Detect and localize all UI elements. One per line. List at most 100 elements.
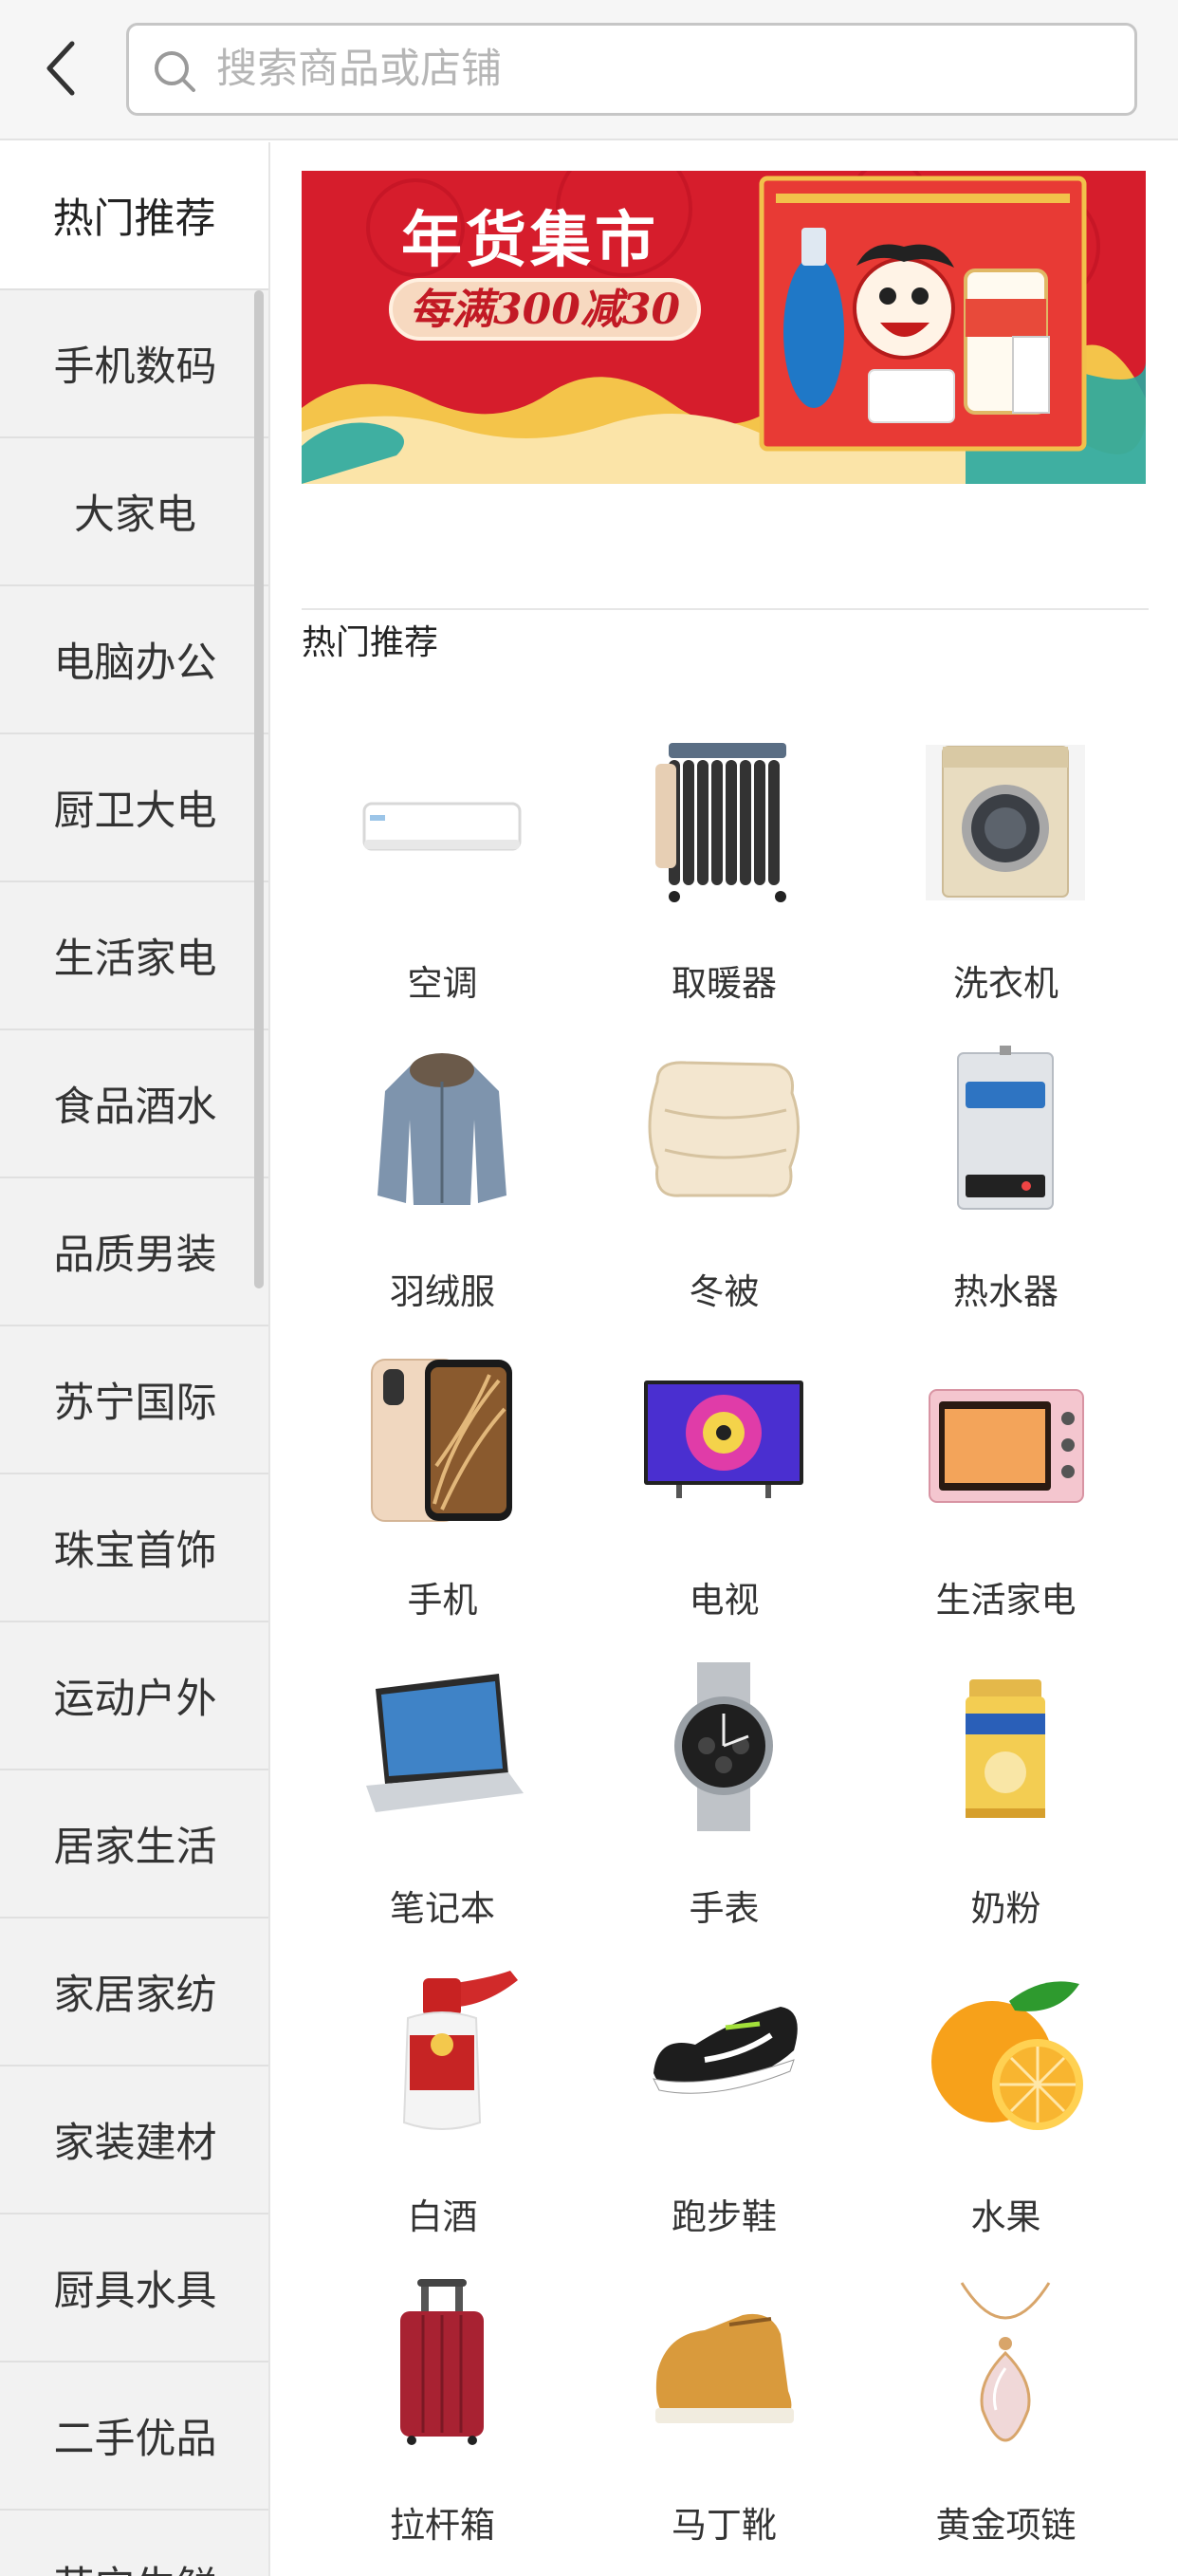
product-item-air-conditioner[interactable]: 空调: [302, 721, 583, 1029]
sidebar-item-label: 电脑办公: [53, 639, 217, 687]
product-label: 奶粉: [970, 1888, 1041, 1929]
product-label: 热水器: [953, 1271, 1058, 1312]
sidebar-item-suning-global[interactable]: 苏宁国际: [0, 1326, 268, 1474]
product-label: 羽绒服: [390, 1271, 495, 1312]
smartphone-icon: [371, 1359, 512, 1522]
television-icon: [644, 1381, 803, 1498]
product-item-tv[interactable]: 电视: [583, 1338, 865, 1646]
search-input[interactable]: [214, 35, 1106, 103]
banner-subtitle: 每满300减30: [389, 278, 702, 341]
sidebar-item-home-appliances[interactable]: 生活家电: [0, 882, 268, 1030]
suitcase-icon: [400, 2279, 484, 2445]
sidebar-item-second-hand[interactable]: 二手优品: [0, 2363, 268, 2511]
section-title: 热门推荐: [302, 623, 439, 662]
washing-machine-icon: [926, 745, 1085, 900]
top-bar: [0, 0, 1178, 140]
product-label: 水果: [970, 2196, 1041, 2237]
sidebar-item-building-materials[interactable]: 家装建材: [0, 2066, 268, 2215]
sidebar-item-jewelry[interactable]: 珠宝首饰: [0, 1474, 268, 1622]
product-label: 马丁靴: [672, 2505, 777, 2546]
laptop-icon: [366, 1674, 524, 1812]
sidebar-item-label: 手机数码: [53, 343, 217, 391]
air-conditioner-icon: [362, 802, 522, 851]
product-item-running-shoe[interactable]: 跑步鞋: [583, 1955, 865, 2263]
sidebar-item-label: 大家电: [74, 491, 196, 539]
product-item-quilt[interactable]: 冬被: [583, 1029, 865, 1338]
liquor-bottle-icon: [402, 1971, 518, 2130]
product-item-suitcase[interactable]: 拉杆箱: [302, 2263, 583, 2571]
product-label: 洗衣机: [953, 963, 1058, 1004]
sidebar-item-label: 生活家电: [53, 936, 217, 983]
sidebar-item-label: 食品酒水: [53, 1084, 217, 1131]
boot-icon: [655, 2313, 794, 2423]
water-heater-icon: [957, 1046, 1054, 1210]
sidebar-item-label: 厨具水具: [53, 2268, 217, 2315]
sidebar-scrollbar[interactable]: [254, 290, 264, 1288]
product-label: 电视: [689, 1580, 760, 1621]
product-label: 笔记本: [390, 1888, 495, 1929]
running-shoe-icon: [653, 2007, 798, 2094]
product-item-laptop[interactable]: 笔记本: [302, 1646, 583, 1955]
sidebar-item-kitchenware[interactable]: 厨具水具: [0, 2215, 268, 2363]
sidebar-item-digital[interactable]: 手机数码: [0, 290, 268, 438]
necklace-icon: [960, 2282, 1051, 2442]
sidebar-item-label: 热门推荐: [52, 195, 216, 243]
oven-icon: [929, 1389, 1084, 1503]
sidebar-item-label: 苏宁生鲜: [54, 2554, 217, 2576]
search-icon: [155, 51, 195, 92]
watch-icon: [674, 1662, 773, 1831]
sidebar-item-home-textiles[interactable]: 家居家纺: [0, 1918, 268, 2066]
product-item-heater[interactable]: 取暖器: [583, 721, 865, 1029]
product-item-necklace[interactable]: 黄金项链: [865, 2263, 1147, 2571]
product-item-watch[interactable]: 手表: [583, 1646, 865, 1955]
product-item-down-jacket[interactable]: 羽绒服: [302, 1029, 583, 1338]
sidebar-item-home-living[interactable]: 居家生活: [0, 1770, 268, 1918]
product-item-liquor[interactable]: 白酒: [302, 1955, 583, 2263]
product-item-washing-machine[interactable]: 洗衣机: [865, 721, 1147, 1029]
product-label: 拉杆箱: [390, 2505, 495, 2546]
product-label: 手表: [689, 1888, 760, 1929]
product-item-water-heater[interactable]: 热水器: [865, 1029, 1147, 1338]
sidebar-item-label: 家装建材: [53, 2120, 217, 2167]
sidebar-item-large-appliances[interactable]: 大家电: [0, 438, 268, 586]
sidebar-item-food-drinks[interactable]: 食品酒水: [0, 1030, 268, 1178]
sidebar-item-label: 珠宝首饰: [53, 1528, 217, 1575]
sidebar-item-label: 苏宁国际: [53, 1380, 217, 1427]
product-label: 空调: [407, 963, 478, 1004]
product-label: 白酒: [407, 2196, 478, 2237]
product-label: 取暖器: [672, 963, 777, 1004]
product-label: 冬被: [689, 1271, 760, 1312]
banner-title: 年货集市: [401, 206, 659, 276]
chevron-left-icon: [46, 41, 75, 96]
sidebar-item-label: 家居家纺: [53, 1972, 217, 2019]
sidebar-item-label: 居家生活: [53, 1824, 217, 1871]
product-item-smartphone[interactable]: 手机: [302, 1338, 583, 1646]
sidebar-item-label: 二手优品: [53, 2416, 217, 2463]
sidebar-item-kitchen-bath[interactable]: 厨卫大电: [0, 734, 268, 882]
product-item-fruit[interactable]: 水果: [865, 1955, 1147, 2263]
promo-banner[interactable]: 年货集市 每满300减30: [302, 171, 1146, 484]
sidebar-item-label: 厨卫大电: [53, 788, 217, 835]
product-label: 黄金项链: [935, 2505, 1077, 2546]
sidebar-item-computer-office[interactable]: 电脑办公: [0, 586, 268, 734]
product-item-milk-powder[interactable]: 奶粉: [865, 1646, 1147, 1955]
down-jacket-icon: [377, 1053, 506, 1205]
product-item-oven[interactable]: 生活家电: [865, 1338, 1147, 1646]
sidebar-item-fresh-food[interactable]: 苏宁生鲜: [0, 2511, 268, 2576]
sidebar-item-sports-outdoor[interactable]: 运动户外: [0, 1622, 268, 1770]
milk-powder-can-icon: [966, 1679, 1045, 1818]
sidebar-item-hot[interactable]: 热门推荐: [0, 142, 268, 290]
product-item-boot[interactable]: 马丁靴: [583, 2263, 865, 2571]
sidebar-item-label: 品质男装: [53, 1232, 217, 1279]
category-sidebar: 热门推荐 手机数码 大家电 电脑办公 厨卫大电 生活家电 食品酒水 品质男装 苏…: [0, 142, 270, 2576]
product-label: 跑步鞋: [672, 2196, 777, 2237]
product-label: 手机: [407, 1580, 478, 1621]
quilt-icon: [648, 1061, 800, 1197]
back-button[interactable]: [23, 21, 99, 116]
product-label: 生活家电: [935, 1580, 1077, 1621]
search-box[interactable]: [126, 23, 1137, 116]
oil-heater-icon: [655, 743, 786, 902]
section-divider: [302, 608, 1149, 610]
sidebar-item-menswear[interactable]: 品质男装: [0, 1178, 268, 1326]
orange-fruit-icon: [931, 1981, 1083, 2130]
